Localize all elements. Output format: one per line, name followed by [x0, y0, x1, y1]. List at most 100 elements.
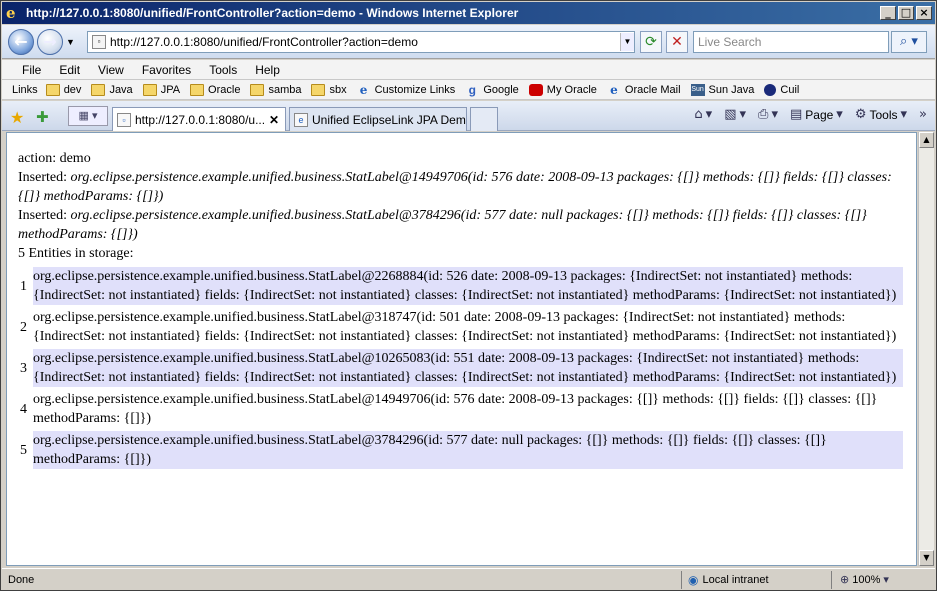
tab-active[interactable]: ▫ http://127.0.0.1:8080/u... ✕: [112, 107, 286, 131]
zoom-control[interactable]: ⊕ 100% ▾: [832, 571, 889, 589]
security-zone[interactable]: ◉ Local intranet: [682, 570, 832, 589]
link-customize-links[interactable]: e Customize Links: [357, 84, 456, 96]
search-input[interactable]: Live Search: [693, 31, 889, 53]
scroll-down-icon[interactable]: ▼: [919, 550, 934, 566]
link-jpa[interactable]: JPA: [142, 83, 181, 96]
inserted-label: Inserted:: [18, 208, 71, 223]
feeds-button[interactable]: ▧ ▾: [724, 107, 746, 122]
home-button[interactable]: ⌂ ▾: [694, 107, 712, 122]
tools-menu-button[interactable]: ⚙ Tools ▾: [855, 107, 907, 122]
recent-pages-dropdown-icon[interactable]: ▼: [66, 37, 75, 47]
menu-view[interactable]: View: [98, 63, 124, 77]
table-row: 5 org.eclipse.persistence.example.unifie…: [18, 431, 903, 469]
folder-icon: [311, 83, 326, 96]
link-cuil[interactable]: Cuil: [764, 83, 800, 96]
vertical-scrollbar[interactable]: ▲ ▼: [918, 132, 934, 566]
link-label: Google: [483, 83, 519, 96]
page-icon: ▤: [789, 107, 803, 122]
window-title: http://127.0.0.1:8080/unified/FrontContr…: [26, 6, 519, 20]
link-label: samba: [268, 83, 302, 96]
inserted-value: org.eclipse.persistence.example.unified.…: [18, 170, 892, 204]
menu-file[interactable]: File: [22, 63, 41, 77]
ie-logo-icon: e: [6, 4, 16, 22]
close-tab-icon[interactable]: ✕: [267, 113, 281, 127]
link-oracle[interactable]: Oracle: [190, 83, 241, 96]
inserted-line: Inserted: org.eclipse.persistence.exampl…: [18, 168, 916, 206]
rss-icon: ▧: [724, 107, 737, 122]
link-my-oracle[interactable]: My Oracle: [528, 83, 597, 96]
link-label: sbx: [329, 83, 347, 96]
link-sun-java[interactable]: Sun Sun Java: [690, 83, 754, 96]
back-button[interactable]: ←: [8, 29, 34, 55]
browser-window: e http://127.0.0.1:8080/unified/FrontCon…: [0, 0, 937, 591]
storage-heading: 5 Entities in storage:: [18, 246, 134, 261]
double-chevron-right-icon: »: [919, 107, 927, 122]
tab-unified-demo[interactable]: e Unified EclipseLink JPA Demo: [289, 107, 467, 131]
oracle-icon: [528, 83, 543, 96]
link-label: dev: [63, 83, 82, 96]
new-tab-button[interactable]: [470, 107, 498, 131]
storage-table: 1 org.eclipse.persistence.example.unifie…: [18, 264, 903, 472]
url-input[interactable]: http://127.0.0.1:8080/unified/FrontContr…: [110, 35, 620, 49]
link-java[interactable]: Java: [91, 83, 133, 96]
row-index: 1: [18, 267, 33, 305]
title-bar: e http://127.0.0.1:8080/unified/FrontCon…: [2, 2, 935, 24]
stop-icon[interactable]: ✕: [666, 31, 688, 53]
maximize-icon[interactable]: □: [898, 6, 914, 20]
tab-bar: ★ ✚ ▦ ▾ ▫ http://127.0.0.1:8080/u... ✕ e…: [2, 101, 935, 131]
menu-favorites[interactable]: Favorites: [142, 63, 191, 77]
row-value: org.eclipse.persistence.example.unified.…: [33, 267, 903, 305]
link-label: Oracle Mail: [624, 83, 681, 96]
link-samba[interactable]: samba: [250, 83, 302, 96]
scroll-up-icon[interactable]: ▲: [919, 132, 934, 148]
google-icon: g: [468, 82, 476, 97]
folder-icon: [45, 83, 60, 96]
refresh-icon[interactable]: ⟳: [640, 31, 662, 53]
folder-icon: [190, 83, 205, 96]
quick-tabs-button[interactable]: ▦ ▾: [68, 106, 108, 126]
address-bar[interactable]: ▫ http://127.0.0.1:8080/unified/FrontCon…: [87, 31, 635, 53]
page-content: action: demo Inserted: org.eclipse.persi…: [6, 132, 917, 566]
favorites-star-icon[interactable]: ★: [10, 108, 24, 127]
link-label: Cuil: [780, 83, 800, 96]
folder-icon: [142, 83, 157, 96]
cuil-icon: [764, 83, 777, 96]
chevron-down-icon: ▾: [739, 107, 747, 122]
link-sbx[interactable]: sbx: [311, 83, 347, 96]
gear-icon: ⚙: [854, 107, 867, 122]
menu-edit[interactable]: Edit: [59, 63, 80, 77]
ie-page-icon: e: [610, 82, 618, 97]
minimize-icon[interactable]: _: [880, 6, 896, 20]
chevron-down-icon: ▾: [900, 107, 908, 122]
folder-icon: [250, 83, 265, 96]
chevron-down-icon: ▾: [836, 107, 843, 122]
link-label: JPA: [160, 83, 181, 96]
row-value: org.eclipse.persistence.example.unified.…: [33, 310, 897, 344]
more-tools-icon[interactable]: »: [919, 107, 927, 122]
zoom-level: 100%: [852, 573, 881, 586]
add-favorite-icon[interactable]: ✚: [36, 108, 49, 126]
ie-page-icon: e: [359, 82, 368, 97]
forward-button[interactable]: →: [37, 29, 63, 55]
action-line: action: demo: [18, 151, 91, 166]
menu-tools[interactable]: Tools: [209, 63, 237, 77]
print-button[interactable]: ⎙ ▾: [758, 107, 778, 122]
printer-icon: ⎙: [758, 107, 769, 122]
link-label: Java: [109, 83, 133, 96]
close-icon[interactable]: ×: [916, 6, 932, 20]
menu-help[interactable]: Help: [255, 63, 280, 77]
row-value: org.eclipse.persistence.example.unified.…: [33, 392, 878, 426]
link-label: Oracle: [208, 83, 241, 96]
search-icon[interactable]: ⌕ ▾: [891, 31, 927, 53]
home-icon: ⌂: [694, 107, 703, 122]
link-google[interactable]: g Google: [465, 82, 519, 97]
link-oracle-mail[interactable]: e Oracle Mail: [607, 82, 681, 97]
link-dev[interactable]: dev: [45, 83, 82, 96]
address-dropdown-icon[interactable]: ▼: [620, 33, 634, 51]
table-row: 4 org.eclipse.persistence.example.unifie…: [18, 390, 903, 428]
inserted-line: Inserted: org.eclipse.persistence.exampl…: [18, 206, 916, 244]
page-menu-button[interactable]: ▤ Page ▾: [790, 107, 843, 122]
sun-icon: Sun: [690, 83, 705, 96]
link-label: My Oracle: [546, 83, 597, 96]
navigation-bar: ← → ▼ ▫ http://127.0.0.1:8080/unified/Fr…: [2, 25, 935, 59]
